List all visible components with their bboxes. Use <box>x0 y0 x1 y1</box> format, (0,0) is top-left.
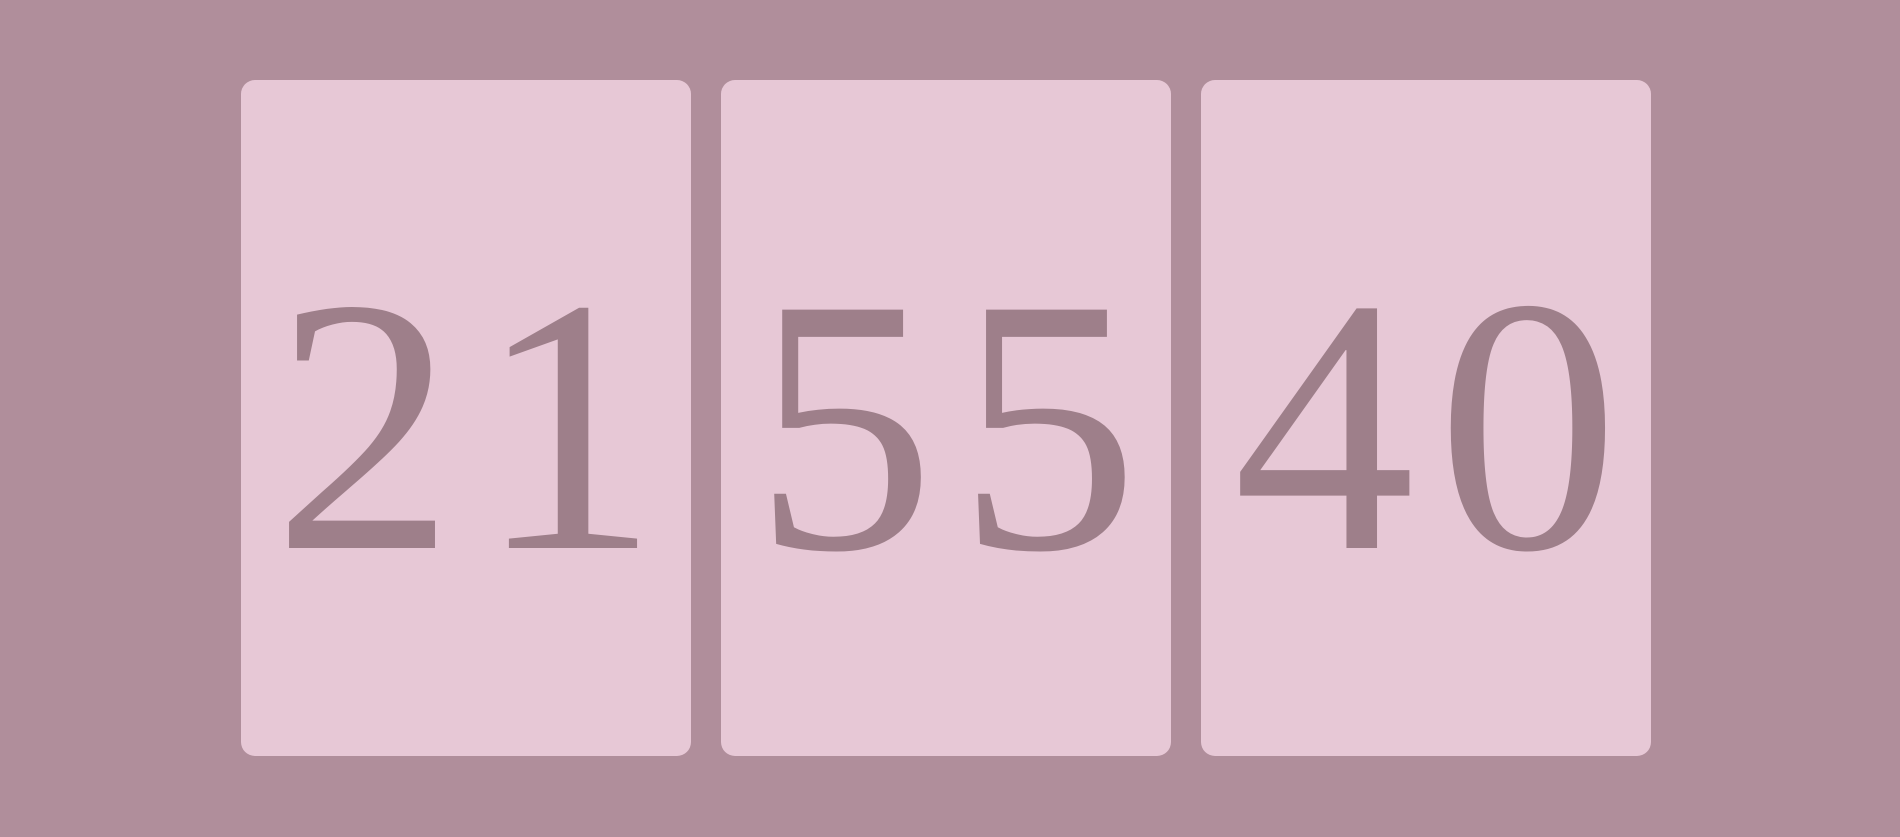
flip-clock: 21 55 40 <box>0 0 1900 837</box>
hours-card: 21 <box>241 80 691 756</box>
minutes-card: 55 <box>721 80 1171 756</box>
seconds-card: 40 <box>1201 80 1651 756</box>
seconds-digits: 40 <box>1233 224 1641 627</box>
minutes-digits: 55 <box>753 224 1161 627</box>
hours-digits: 21 <box>273 224 681 627</box>
